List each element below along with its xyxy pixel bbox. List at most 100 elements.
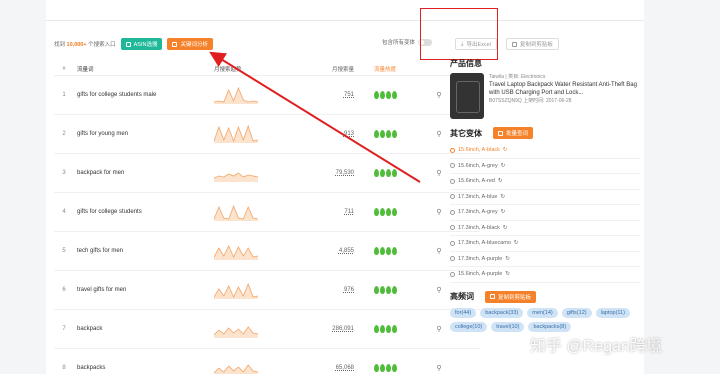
variant-label: 15.6inch, A-black (458, 147, 500, 154)
refresh-icon[interactable]: ↻ (514, 240, 519, 246)
volume-cell[interactable]: 913 (294, 131, 354, 137)
keyword-cell[interactable]: travel gifts for men (74, 287, 214, 293)
variant-label: 15.6inch, A-grey (458, 162, 498, 169)
asin-search-button[interactable]: ASIN选搜 (120, 38, 163, 50)
trend-sparkline[interactable] (213, 240, 294, 262)
volume-cell[interactable]: 79,530 (294, 170, 354, 176)
hot-word-tag[interactable]: backpack(33) (480, 307, 524, 318)
variant-item[interactable]: 17.3inch, A-blue ↻ (450, 190, 640, 205)
row-index: 1 (62, 92, 66, 98)
variant-item[interactable]: 17.3inch, A-black ↻ (450, 221, 640, 236)
hot-word-tag[interactable]: travel(10) (491, 321, 525, 332)
variant-label: 17.3inch, A-black (458, 224, 500, 231)
variant-item[interactable]: 17.3inch, A-bluecamo ↻ (450, 236, 640, 252)
hot-word-tag[interactable]: for(44) (450, 307, 477, 318)
annotation-highlight-box (420, 8, 498, 60)
table-row[interactable]: 4 gifts for college students 711 ⚲ (54, 193, 480, 232)
copy-icon (490, 294, 495, 299)
leaf-icon (380, 208, 385, 216)
variant-item[interactable]: 15.6inch, A-black ↻ (450, 143, 640, 159)
trend-sparkline[interactable] (213, 84, 294, 106)
row-index: 6 (62, 287, 66, 293)
col-keyword[interactable]: 流量词 (74, 65, 214, 73)
trend-sparkline[interactable] (213, 357, 294, 374)
variant-item[interactable]: 17.3inch, A-grey ↻ (450, 205, 640, 221)
leaf-icon (374, 325, 379, 333)
trend-sparkline[interactable] (213, 123, 294, 145)
keyword-cell[interactable]: gifts for young men (74, 131, 214, 137)
table-row[interactable]: 5 tech gifts for men 4,855 ⚲ (54, 232, 480, 271)
leaf-icon (386, 130, 391, 138)
leaf-icon (374, 208, 379, 216)
keyword-cell[interactable]: gifts for college students male (74, 92, 214, 98)
volume-cell[interactable]: 65,068 (294, 365, 354, 371)
leaf-icon (386, 169, 391, 177)
product-title[interactable]: Travel Laptop Backpack Water Resistant A… (489, 81, 637, 97)
table-row[interactable]: 2 gifts for young men 913 ⚲ (54, 115, 480, 154)
hot-word-tag[interactable]: men(14) (527, 307, 558, 318)
volume-cell[interactable]: 286,091 (294, 326, 354, 332)
table-row[interactable]: 6 travel gifts for men 976 ⚲ (54, 271, 480, 310)
refresh-icon[interactable]: ↻ (501, 163, 506, 169)
volume-cell[interactable]: 751 (294, 92, 354, 98)
radio-icon (450, 163, 455, 169)
table-row[interactable]: 7 backpack 286,091 ⚲ (54, 310, 480, 349)
col-heat[interactable]: 流量热度 (354, 65, 424, 73)
table-row[interactable]: 1 gifts for college students male 751 ⚲ (54, 76, 480, 115)
leaf-icon (374, 91, 379, 99)
hot-word-tag[interactable]: backpacks(8) (528, 321, 572, 332)
refresh-icon[interactable]: ↻ (505, 256, 510, 262)
row-index: 2 (62, 131, 66, 137)
trend-sparkline[interactable] (213, 201, 294, 223)
table-row[interactable]: 3 backpack for men 79,530 ⚲ (54, 154, 480, 193)
trend-sparkline[interactable] (213, 318, 294, 340)
keyword-table: # 流量词 月搜索趋势 月搜索量 流量热度 1 gifts for colleg… (54, 62, 480, 374)
refresh-icon[interactable]: ↻ (503, 225, 508, 231)
col-volume[interactable]: 月搜索量 (294, 65, 354, 73)
hot-words-copy-button[interactable]: 复制到剪贴板 (485, 290, 537, 303)
table-row[interactable]: 8 backpacks 65,068 ⚲ (54, 349, 480, 374)
variant-item[interactable]: 15.6inch, A-grey ↻ (450, 159, 640, 174)
hot-word-tag[interactable]: laptop(11) (595, 307, 630, 318)
keyword-cell[interactable]: tech gifts for men (74, 248, 214, 254)
refresh-icon[interactable]: ↻ (505, 271, 510, 277)
sparkline-svg (213, 282, 259, 299)
radio-icon (450, 256, 455, 262)
keyword-cell[interactable]: backpack for men (74, 170, 214, 176)
refresh-icon[interactable]: ↻ (501, 209, 506, 215)
refresh-icon[interactable]: ↻ (503, 147, 508, 153)
variant-item[interactable]: 17.3inch, A-purple ↻ (450, 252, 640, 267)
refresh-icon[interactable]: ↻ (498, 178, 503, 184)
sparkline-svg (213, 245, 259, 260)
leaf-icon (380, 286, 385, 294)
product-card[interactable]: Taiwila | 类目: Electronics Travel Laptop … (450, 73, 640, 119)
keyword-cell[interactable]: backpacks (74, 365, 214, 371)
leaf-icon (386, 325, 391, 333)
variant-label: 17.3inch, A-grey (458, 209, 498, 216)
refresh-icon[interactable]: ↻ (500, 194, 505, 200)
volume-cell[interactable]: 976 (294, 287, 354, 293)
trend-sparkline[interactable] (213, 279, 294, 301)
variant-item[interactable]: 15.6inch, A-purple ↻ (450, 267, 640, 283)
keyword-analysis-button[interactable]: 关键词分析 (167, 38, 213, 50)
batch-query-button[interactable]: 批量查词 (493, 127, 534, 139)
volume-cell[interactable]: 4,855 (294, 248, 354, 254)
product-brand: Taiwila | 类目: Electronics (489, 74, 546, 80)
trend-sparkline[interactable] (213, 162, 294, 184)
hot-word-tag[interactable]: college(10) (450, 321, 488, 332)
keyword-cell[interactable]: backpack (74, 326, 214, 332)
search-icon[interactable]: ⚲ (424, 364, 454, 372)
variant-item[interactable]: 15.6inch, A-red ↻ (450, 174, 640, 190)
heat-rating (354, 169, 424, 177)
row-index: 7 (62, 326, 66, 332)
leaf-icon (380, 247, 385, 255)
copy-clipboard-button[interactable]: 复制到剪贴板 (505, 38, 559, 50)
copy-icon (511, 41, 517, 47)
heat-rating (354, 364, 424, 372)
hot-word-tag[interactable]: gifts(12) (561, 307, 592, 318)
leaf-icon (386, 247, 391, 255)
leaf-icon (374, 130, 379, 138)
col-trend[interactable]: 月搜索趋势 (214, 65, 294, 73)
keyword-cell[interactable]: gifts for college students (74, 209, 214, 215)
volume-cell[interactable]: 711 (294, 209, 354, 215)
